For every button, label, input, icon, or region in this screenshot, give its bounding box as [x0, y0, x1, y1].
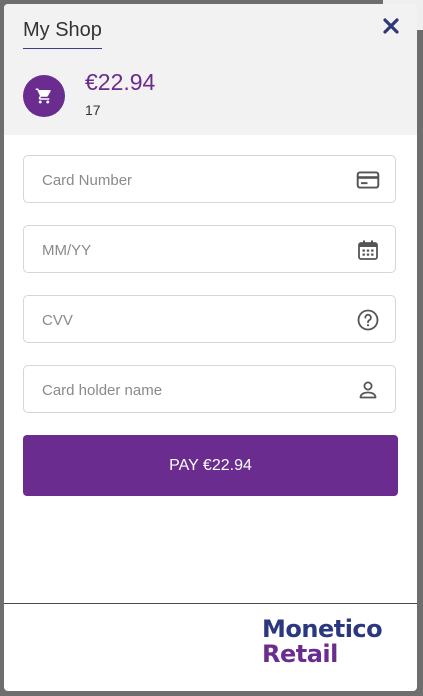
cvv-field[interactable]: [23, 295, 396, 344]
cart-badge: [23, 75, 65, 117]
shop-title: My Shop: [23, 18, 102, 49]
order-amount: €22.94: [85, 69, 156, 95]
help-circle-icon[interactable]: [355, 307, 381, 333]
logo-line-2: Retail: [262, 640, 338, 668]
modal-header: My Shop €22.94 17: [4, 4, 417, 135]
close-icon: [383, 18, 399, 34]
close-button[interactable]: [379, 14, 403, 38]
cvv-input[interactable]: [40, 296, 344, 344]
card-holder-field[interactable]: [23, 365, 396, 414]
pay-button[interactable]: PAY €22.94: [23, 435, 398, 496]
order-reference: 17: [85, 102, 101, 118]
footer-divider: [4, 603, 417, 604]
credit-card-icon: [355, 167, 381, 193]
calendar-icon: [355, 237, 381, 263]
card-holder-input[interactable]: [40, 366, 344, 414]
payment-modal: My Shop €22.94 17 Card Number MM/YY CVV …: [4, 4, 417, 691]
monetico-retail-logo: Monetico Retail: [262, 615, 383, 668]
person-icon: [355, 377, 381, 403]
cart-icon: [35, 88, 51, 104]
card-number-input[interactable]: [40, 156, 344, 204]
expiry-date-field[interactable]: [23, 225, 396, 274]
expiry-date-input[interactable]: [40, 226, 344, 274]
card-number-field[interactable]: [23, 155, 396, 204]
logo-line-1: Monetico: [262, 615, 383, 643]
